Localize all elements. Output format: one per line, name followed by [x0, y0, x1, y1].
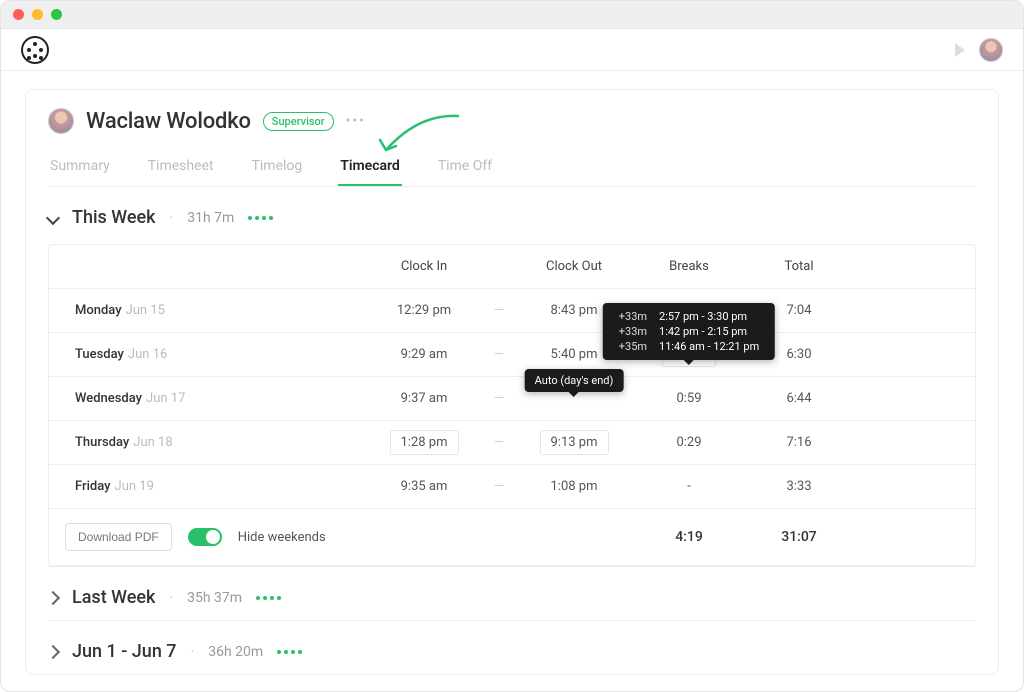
live-indicator-icon: [277, 650, 302, 654]
cell-breaks[interactable]: 0:29: [629, 435, 749, 450]
col-clock-in: Clock In: [369, 259, 479, 274]
profile-card: Waclaw Wolodko Supervisor ••• Summary Ti…: [25, 89, 999, 675]
table-row[interactable]: ThursdayJun 18 1:28 pm — 9:13 pm 0:29 7:…: [49, 421, 975, 465]
cell-total: 6:44: [749, 391, 849, 406]
hide-weekends-toggle[interactable]: [188, 528, 222, 546]
timecard-table: Clock In Clock Out Breaks Total MondayJu…: [48, 244, 976, 566]
hide-weekends-label: Hide weekends: [238, 530, 326, 545]
current-user-avatar[interactable]: [979, 38, 1003, 62]
window-close-icon[interactable]: [13, 9, 24, 20]
table-row[interactable]: TuesdayJun 16 9:29 am — 5:40 pm 1:41 6:3…: [49, 333, 975, 377]
col-total: Total: [749, 259, 849, 274]
cell-clock-out[interactable]: 9:13 pm: [519, 430, 629, 455]
table-row[interactable]: MondayJun 15 12:29 pm — 8:43 pm +33m2:57…: [49, 289, 975, 333]
profile-header: Waclaw Wolodko Supervisor •••: [48, 108, 976, 134]
profile-name: Waclaw Wolodko: [86, 109, 251, 134]
chevron-down-icon: [46, 210, 60, 224]
app-logo-icon[interactable]: [21, 36, 49, 64]
breaks-tooltip: +33m2:57 pm - 3:30 pm +33m1:42 pm - 2:15…: [603, 303, 775, 360]
section-last-week-header[interactable]: Last Week · 35h 37m: [48, 566, 976, 620]
role-badge: Supervisor: [263, 112, 334, 131]
cell-breaks[interactable]: -: [629, 479, 749, 494]
chevron-right-icon: [46, 590, 60, 604]
cell-breaks[interactable]: 0:59: [629, 391, 749, 406]
section-duration: 35h 37m: [187, 590, 242, 606]
page-content: Waclaw Wolodko Supervisor ••• Summary Ti…: [1, 71, 1023, 691]
cell-clock-out[interactable]: 1:08 pm: [519, 479, 629, 494]
window-titlebar: [1, 1, 1023, 29]
breaks-total: 4:19: [629, 529, 749, 545]
cell-clock-in[interactable]: 12:29 pm: [369, 303, 479, 318]
download-pdf-button[interactable]: Download PDF: [65, 523, 172, 551]
section-range-header[interactable]: Jun 1 - Jun 7 · 36h 20m: [48, 620, 976, 674]
table-footer: Download PDF Hide weekends 4:19 31:07: [49, 509, 975, 565]
col-clock-out: Clock Out: [519, 259, 629, 274]
table-row[interactable]: WednesdayJun 17 9:37 am — Auto (day's en…: [49, 377, 975, 421]
cell-clock-in[interactable]: 9:37 am: [369, 391, 479, 406]
grand-total: 31:07: [749, 529, 849, 545]
col-breaks: Breaks: [629, 259, 749, 274]
tab-timelog[interactable]: Timelog: [250, 148, 305, 186]
play-timer-icon[interactable]: [955, 43, 965, 57]
section-title: Last Week: [72, 587, 155, 608]
section-duration: 36h 20m: [208, 644, 263, 660]
cell-clock-in[interactable]: 9:35 am: [369, 479, 479, 494]
auto-tooltip: Auto (day's end): [525, 369, 624, 392]
chevron-right-icon: [46, 644, 60, 658]
section-title: This Week: [72, 207, 156, 228]
cell-total: 3:33: [749, 479, 849, 494]
window-minimize-icon[interactable]: [32, 9, 43, 20]
cell-clock-in[interactable]: 1:28 pm: [369, 430, 479, 455]
live-indicator-icon: [256, 596, 281, 600]
tab-timesheet[interactable]: Timesheet: [146, 148, 216, 186]
profile-tabs: Summary Timesheet Timelog Timecard Time …: [48, 148, 976, 187]
table-row[interactable]: FridayJun 19 9:35 am — 1:08 pm - 3:33: [49, 465, 975, 509]
live-indicator-icon: [248, 216, 273, 220]
window-zoom-icon[interactable]: [51, 9, 62, 20]
section-this-week-header[interactable]: This Week · 31h 7m: [48, 187, 976, 240]
section-duration: 31h 7m: [187, 210, 234, 226]
cell-total: 7:16: [749, 435, 849, 450]
app-nav-bar: [1, 29, 1023, 71]
arrow-annotation-icon: [358, 110, 468, 162]
cell-clock-in[interactable]: 9:29 am: [369, 347, 479, 362]
app-window: Waclaw Wolodko Supervisor ••• Summary Ti…: [0, 0, 1024, 692]
table-header: Clock In Clock Out Breaks Total: [49, 245, 975, 289]
section-title: Jun 1 - Jun 7: [72, 641, 177, 662]
profile-avatar[interactable]: [48, 108, 74, 134]
tab-summary[interactable]: Summary: [48, 148, 112, 186]
